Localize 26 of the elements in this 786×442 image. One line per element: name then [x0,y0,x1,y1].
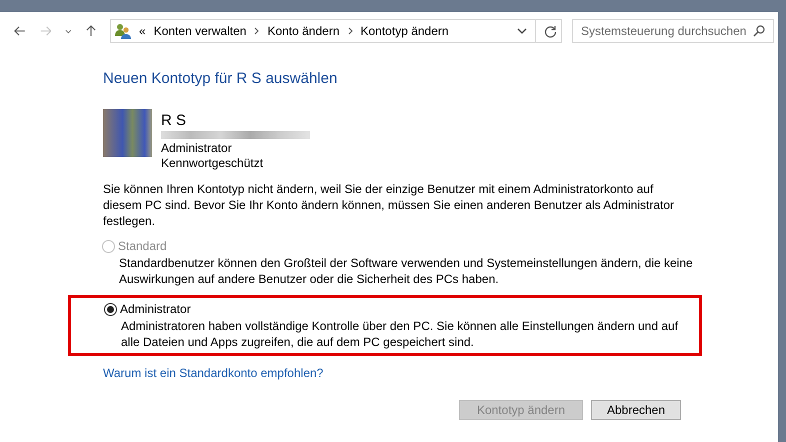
refresh-icon[interactable] [544,24,558,38]
account-status: Kennwortgeschützt [161,156,264,171]
photo-placeholder [103,109,152,157]
dropdown-caret-icon[interactable] [65,28,72,34]
chevron-right-icon [254,27,260,35]
notice-text: Sie können Ihren Kontotyp nicht ändern, weil Sie der einzige Benutzer mit einem Administratorkonto auf diesem PC sind. Bevor Sie Ihr Konto ändern können, müssen Sie einen anderen Benutzer als Administrator festlegen. [103,181,675,229]
radio-button[interactable]: Administrator [104,302,699,316]
account-name: R S [161,112,188,129]
dropdown-caret-icon[interactable] [517,28,528,34]
breadcrumb-item[interactable]: Kontotyp ändern [360,24,449,38]
option-description: Administratoren haben vollständige Kontrolle über den PC. Sie können alle Einstellungen ändern und auf alle Dateien und Apps zugreifen, die auf dem PC gespeichert sind. [121,318,680,350]
up-arrow-icon[interactable] [86,24,96,38]
search-field[interactable]: Systemsteuerung durchsuchen [572,19,774,43]
breadcrumb-item[interactable]: Konto ändern [267,24,340,38]
search-icon [753,25,766,37]
back-arrow-icon[interactable] [14,25,26,37]
users-icon [115,23,132,39]
option-description: Standardbenutzer können den Großteil der Software verwenden und Systemeinstellungen ändern, die keine Auswirkungen auf andere Benutzer oder die Sicherheit des PCs haben. [119,255,694,287]
help-link[interactable]: Warum ist ein Standardkonto empfohlen? [103,366,324,380]
dialog-button[interactable]: Abbrechen [591,400,681,420]
breadcrumb-item[interactable]: Konten verwalten [154,24,246,38]
breadcrumb-overflow[interactable]: « [139,24,146,38]
chevron-right-icon [348,27,352,35]
address-bar[interactable]: « Konten verwalten Konto ändern Kontotyp ändern [110,19,562,43]
account-type: Administrator [161,141,233,156]
page-heading: Neuen Kontotyp für R S auswählen [103,70,338,87]
